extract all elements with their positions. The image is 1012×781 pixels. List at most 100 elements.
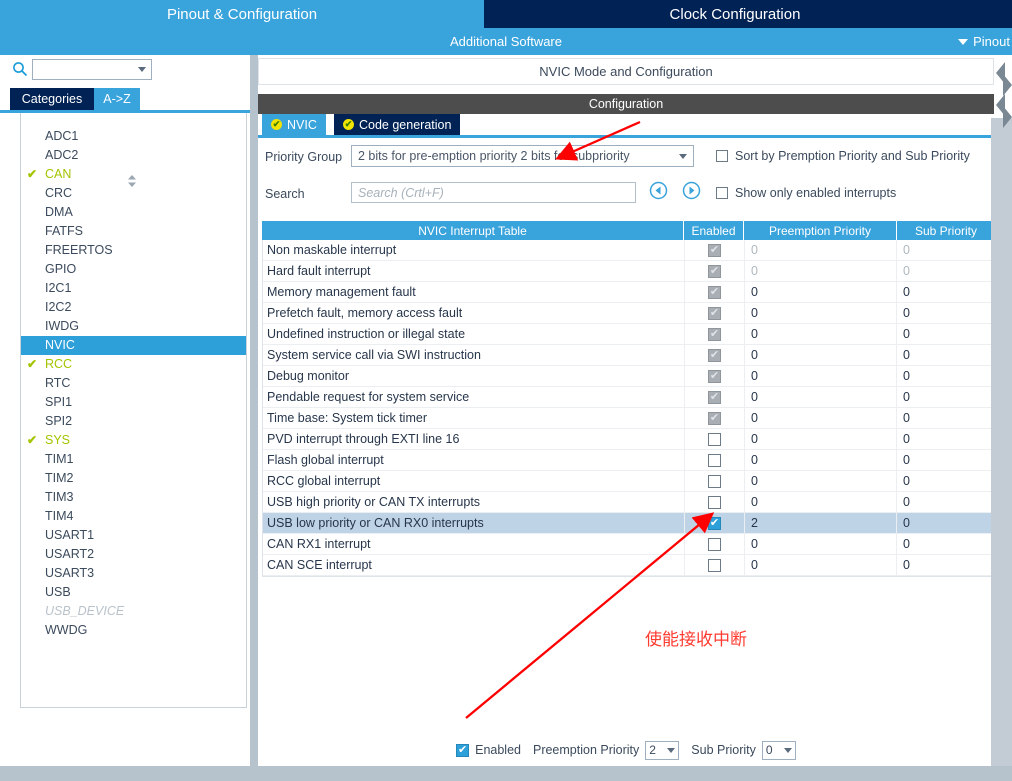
interrupt-enabled-cell[interactable]: ✔ [685, 513, 745, 533]
sub-priority-cell[interactable]: 0 [897, 471, 994, 491]
sub-priority-cell[interactable]: 0 [897, 534, 994, 554]
tab-clock-configuration[interactable]: Clock Configuration [484, 0, 986, 28]
sidebar-item-can[interactable]: ✔ CAN [21, 165, 246, 184]
column-header-sub-priority[interactable]: Sub Priority [897, 221, 995, 240]
interrupt-enabled-cell[interactable]: ✔ [685, 387, 745, 407]
column-header-enabled[interactable]: Enabled [684, 221, 744, 240]
preemption-priority-cell[interactable]: 0 [745, 282, 897, 302]
sub-priority-cell[interactable]: 0 [897, 513, 994, 533]
sidebar-item-sys[interactable]: ✔ SYS [21, 431, 246, 450]
sub-priority-cell[interactable]: 0 [897, 429, 994, 449]
sidebar-item-spi2[interactable]: SPI2 [21, 412, 246, 431]
interrupt-enabled-cell[interactable] [685, 555, 745, 575]
sidebar-item-iwdg[interactable]: IWDG [21, 317, 246, 336]
preemption-priority-cell[interactable]: 0 [745, 534, 897, 554]
additional-software-menu[interactable]: Additional Software [0, 28, 1012, 55]
tab-categories[interactable]: Categories [10, 88, 94, 110]
interrupt-enabled-cell[interactable] [685, 471, 745, 491]
pinout-dropdown[interactable]: Pinout [958, 28, 1012, 55]
table-row[interactable]: CAN SCE interrupt 0 0 [263, 555, 994, 576]
sidebar-item-fatfs[interactable]: FATFS [21, 222, 246, 241]
sub-priority-select[interactable]: 0 [761, 740, 796, 760]
preemption-priority-select[interactable]: 2 [645, 740, 680, 760]
preemption-priority-cell[interactable]: 0 [745, 345, 897, 365]
preemption-priority-cell[interactable]: 0 [745, 261, 897, 281]
table-row[interactable]: Undefined instruction or illegal state ✔ 0… [263, 324, 994, 345]
sub-priority-cell[interactable]: 0 [897, 555, 994, 575]
sub-priority-cell[interactable]: 0 [897, 387, 994, 407]
sub-priority-cell[interactable]: 0 [897, 345, 994, 365]
interrupt-enabled-cell[interactable]: ✔ [685, 282, 745, 302]
column-header-preemption[interactable]: Preemption Priority [744, 221, 897, 240]
interrupt-enabled-cell[interactable]: ✔ [685, 303, 745, 323]
sub-priority-cell[interactable]: 0 [897, 324, 994, 344]
tab-nvic[interactable]: ✔ NVIC [262, 114, 326, 135]
sub-priority-cell[interactable]: 0 [897, 492, 994, 512]
interrupt-enabled-cell[interactable]: ✔ [685, 240, 745, 260]
interrupt-enabled-cell[interactable] [685, 534, 745, 554]
sidebar-item-nvic[interactable]: NVIC [21, 336, 246, 355]
priority-group-select[interactable]: 2 bits for pre-emption priority 2 bits f… [351, 145, 694, 167]
table-row[interactable]: USB high priority or CAN TX interrupts 0 0 [263, 492, 994, 513]
preemption-priority-cell[interactable]: 0 [745, 387, 897, 407]
preemption-priority-cell[interactable]: 0 [745, 303, 897, 323]
sub-priority-cell[interactable]: 0 [897, 408, 994, 428]
preemption-priority-cell[interactable]: 0 [745, 240, 897, 260]
interrupt-enabled-cell[interactable]: ✔ [685, 366, 745, 386]
table-row[interactable]: Memory management fault ✔ 0 0 [263, 282, 994, 303]
preemption-priority-cell[interactable]: 0 [745, 471, 897, 491]
sidebar-item-tim3[interactable]: TIM3 [21, 488, 246, 507]
search-next-icon[interactable] [682, 181, 701, 200]
preemption-priority-cell[interactable]: 0 [745, 366, 897, 386]
interrupt-enabled-cell[interactable]: ✔ [685, 324, 745, 344]
table-row[interactable]: Debug monitor ✔ 0 0 [263, 366, 994, 387]
interrupt-enabled-cell[interactable] [685, 492, 745, 512]
sidebar-item-dma[interactable]: DMA [21, 203, 246, 222]
enabled-checkbox-group[interactable]: ✔ Enabled [456, 743, 521, 757]
interrupt-enabled-cell[interactable]: ✔ [685, 261, 745, 281]
table-row[interactable]: RCC global interrupt 0 0 [263, 471, 994, 492]
sidebar-item-adc2[interactable]: ADC2 [21, 146, 246, 165]
sidebar-item-rcc[interactable]: ✔ RCC [21, 355, 246, 374]
table-row[interactable]: Hard fault interrupt ✔ 0 0 [263, 261, 994, 282]
preemption-priority-cell[interactable]: 0 [745, 492, 897, 512]
sub-priority-cell[interactable]: 0 [897, 261, 994, 281]
preemption-priority-cell[interactable]: 0 [745, 429, 897, 449]
interrupt-enabled-cell[interactable]: ✔ [685, 408, 745, 428]
sidebar-item-crc[interactable]: CRC [21, 184, 246, 203]
table-row[interactable]: System service call via SWI instruction ✔… [263, 345, 994, 366]
sidebar-item-adc1[interactable]: ADC1 [21, 127, 246, 146]
table-row[interactable]: Prefetch fault, memory access fault ✔ 0 0 [263, 303, 994, 324]
preemption-priority-cell[interactable]: 0 [745, 408, 897, 428]
sidebar-item-tim2[interactable]: TIM2 [21, 469, 246, 488]
expand-right-icon-2[interactable] [1000, 104, 1012, 130]
table-row[interactable]: Flash global interrupt 0 0 [263, 450, 994, 471]
sub-priority-cell[interactable]: 0 [897, 303, 994, 323]
sidebar-item-usb-device[interactable]: USB_DEVICE [21, 602, 246, 621]
preemption-priority-cell[interactable]: 2 [745, 513, 897, 533]
sub-priority-cell[interactable]: 0 [897, 366, 994, 386]
tab-overflow[interactable] [986, 0, 1012, 28]
interrupt-enabled-cell[interactable] [685, 450, 745, 470]
sidebar-item-spi1[interactable]: SPI1 [21, 393, 246, 412]
table-row[interactable]: CAN RX1 interrupt 0 0 [263, 534, 994, 555]
sidebar-item-gpio[interactable]: GPIO [21, 260, 246, 279]
sidebar-item-usart1[interactable]: USART1 [21, 526, 246, 545]
preemption-priority-cell[interactable]: 0 [745, 555, 897, 575]
tab-code-generation[interactable]: ✔ Code generation [334, 114, 461, 135]
table-row[interactable]: Time base: System tick timer ✔ 0 0 [263, 408, 994, 429]
show-only-enabled-checkbox[interactable]: Show only enabled interrupts [716, 186, 896, 200]
tab-pinout-configuration[interactable]: Pinout & Configuration [0, 0, 484, 28]
panel-splitter[interactable] [250, 55, 258, 766]
tab-a-to-z[interactable]: A->Z [94, 88, 140, 110]
preemption-priority-cell[interactable]: 0 [745, 450, 897, 470]
search-input[interactable] [32, 59, 152, 80]
sub-priority-cell[interactable]: 0 [897, 282, 994, 302]
sidebar-item-usart3[interactable]: USART3 [21, 564, 246, 583]
sidebar-item-rtc[interactable]: RTC [21, 374, 246, 393]
preemption-priority-cell[interactable]: 0 [745, 324, 897, 344]
sidebar-item-freertos[interactable]: FREERTOS [21, 241, 246, 260]
interrupt-enabled-cell[interactable] [685, 429, 745, 449]
sub-priority-cell[interactable]: 0 [897, 240, 994, 260]
sidebar-item-usb[interactable]: USB [21, 583, 246, 602]
